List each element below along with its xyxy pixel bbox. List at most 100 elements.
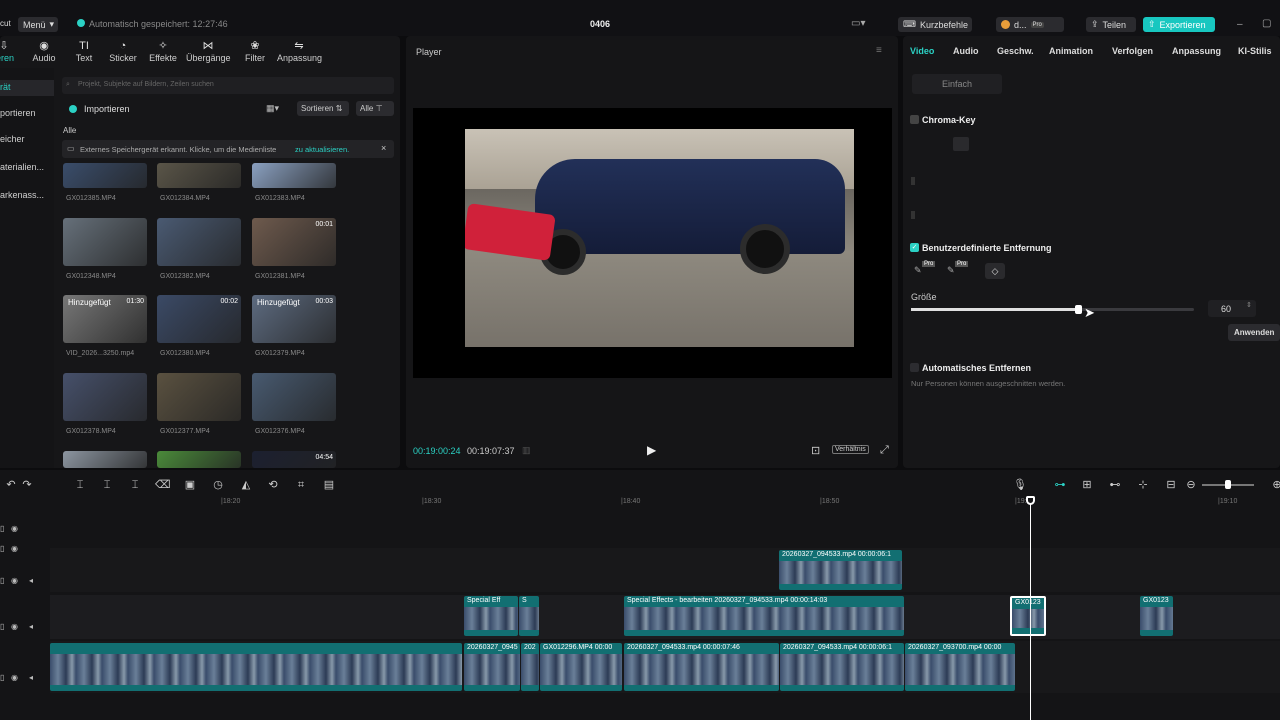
tool-audio[interactable]: ◉ Audio: [22, 40, 66, 63]
timeline-clip[interactable]: GX0123: [1010, 596, 1046, 636]
rotate-icon[interactable]: ⟲: [266, 478, 280, 492]
sort-button[interactable]: Sortieren ⇅: [297, 101, 349, 116]
tab-audio[interactable]: Audio: [953, 46, 979, 56]
media-thumbnail[interactable]: 04:54: [252, 451, 336, 468]
media-thumbnail[interactable]: [63, 163, 147, 188]
split-icon[interactable]: ⌶: [73, 478, 87, 492]
volume-icon[interactable]: ◂: [29, 673, 33, 682]
custom-remove-checkbox[interactable]: ✓: [910, 243, 919, 252]
fit-icon[interactable]: ⊡: [811, 444, 820, 457]
timeline-clip[interactable]: Special Effects - bearbeiten 20260327_09…: [624, 596, 904, 636]
tool-adjust[interactable]: ⇋ Anpassung: [277, 40, 322, 63]
import-button[interactable]: Importieren: [84, 104, 130, 114]
eye-icon[interactable]: ◉: [11, 622, 18, 631]
align-icon[interactable]: ⊹: [1136, 478, 1150, 492]
layout-icon[interactable]: ▭▾: [851, 18, 865, 29]
apply-button[interactable]: Anwenden: [1228, 324, 1280, 341]
subtab-simple[interactable]: Einfach: [912, 74, 1002, 94]
search-bar[interactable]: ⌕ Projekt, Subjekte auf Bildern, Zeilen …: [62, 77, 394, 94]
playhead-handle[interactable]: [1026, 496, 1035, 505]
volume-icon[interactable]: ◂: [29, 576, 33, 585]
player-menu-icon[interactable]: ≡: [876, 45, 882, 56]
media-thumbnail[interactable]: [157, 451, 241, 468]
lock-icon[interactable]: ▯: [0, 622, 4, 631]
brush-icon[interactable]: ✎: [914, 265, 922, 276]
lock-icon[interactable]: ▯: [0, 524, 4, 533]
export-button[interactable]: ⇧ Exportieren: [1143, 17, 1215, 32]
eye-icon[interactable]: ◉: [11, 544, 18, 553]
freeze-icon[interactable]: ▣: [183, 478, 197, 492]
media-thumbnail[interactable]: [63, 451, 147, 468]
sidebar-item[interactable]: portieren: [0, 108, 52, 118]
split-right-icon[interactable]: ⌶: [128, 478, 142, 492]
chroma-checkbox[interactable]: [910, 115, 919, 124]
tab-animation[interactable]: Animation: [1049, 46, 1093, 56]
zoom-slider-knob[interactable]: [1225, 480, 1231, 489]
media-thumbnail[interactable]: [157, 373, 241, 421]
tab-geschw[interactable]: Geschw.: [997, 46, 1034, 56]
crop-icon[interactable]: ⌗: [294, 478, 308, 492]
stepper-icon[interactable]: ⇕: [1246, 301, 1252, 309]
filter-all-button[interactable]: Alle ⊤: [356, 101, 394, 116]
timeline-clip[interactable]: 20260327_0945: [464, 643, 520, 691]
tab-anpassung[interactable]: Anpassung: [1172, 46, 1221, 56]
timeline-clip[interactable]: 20260327_094533.mp4 00:00:06:1: [780, 643, 904, 691]
timeline-clip[interactable]: Special Eff: [464, 596, 518, 636]
tool-filter[interactable]: ❀ Filter: [233, 40, 277, 63]
media-thumbnail[interactable]: 01:30 Hinzugefügt: [63, 295, 147, 343]
timeline-clip[interactable]: [50, 643, 462, 691]
media-thumbnail[interactable]: [63, 373, 147, 421]
play-icon[interactable]: ▶: [647, 443, 656, 457]
tool-effects[interactable]: ✧ Effekte: [141, 40, 185, 63]
split-left-icon[interactable]: ⌶: [100, 478, 114, 492]
sidebar-item[interactable]: aterialien...: [0, 162, 52, 172]
auto-reframe-icon[interactable]: ▤: [322, 478, 336, 492]
timeline-clip[interactable]: GX012296.MP4 00:00: [540, 643, 622, 691]
tab-video[interactable]: Video: [910, 46, 934, 56]
tool-sticker[interactable]: ◔ Sticker: [101, 40, 145, 63]
minimize-icon[interactable]: –: [1237, 19, 1243, 30]
timeline-clip[interactable]: GX0123: [1140, 596, 1173, 636]
mirror-icon[interactable]: ◭: [239, 478, 253, 492]
timeline-clip[interactable]: 20260327_094533.mp4 00:00:06:1: [779, 550, 902, 590]
shortcuts-button[interactable]: ⌨ Kurzbefehle: [898, 17, 972, 32]
playhead[interactable]: [1030, 496, 1031, 720]
zoom-in-icon[interactable]: ⊕: [1270, 478, 1280, 492]
media-thumbnail[interactable]: 00:02: [157, 295, 241, 343]
tab-kistilis[interactable]: KI-Stilis: [1238, 46, 1272, 56]
menu-button[interactable]: Menü ▾: [18, 17, 58, 32]
color-picker-icon[interactable]: [953, 137, 969, 151]
eraser-icon[interactable]: ◇: [985, 263, 1005, 279]
size-value-field[interactable]: 60 ⇕: [1208, 300, 1256, 317]
timeline-clip[interactable]: 20260327_094533.mp4 00:00:07:46: [624, 643, 779, 691]
user-button[interactable]: d... Pro: [996, 17, 1064, 32]
sidebar-item[interactable]: rät: [0, 82, 52, 92]
link-icon[interactable]: ⊶: [1053, 478, 1067, 492]
eye-icon[interactable]: ◉: [11, 673, 18, 682]
mic-icon[interactable]: 🎙: [1013, 478, 1027, 492]
fullscreen-icon[interactable]: ⤢: [880, 444, 889, 457]
tab-verfolgen[interactable]: Verfolgen: [1112, 46, 1153, 56]
media-thumbnail[interactable]: [63, 218, 147, 266]
media-thumbnail[interactable]: 00:03 Hinzugefügt: [252, 295, 336, 343]
lock-icon[interactable]: ▯: [0, 544, 4, 553]
media-thumbnail[interactable]: 00:01: [252, 218, 336, 266]
timeline-clip[interactable]: 202: [521, 643, 539, 691]
media-thumbnail[interactable]: [157, 163, 241, 188]
reverse-icon[interactable]: ◷: [211, 478, 225, 492]
volume-icon[interactable]: ◂: [29, 622, 33, 631]
tool-text[interactable]: TI Text: [62, 40, 106, 63]
timeline-clip[interactable]: S: [519, 596, 539, 636]
sidebar-item[interactable]: arkenass...: [0, 190, 52, 200]
auto-remove-checkbox[interactable]: [910, 363, 919, 372]
size-slider[interactable]: [911, 305, 1194, 314]
eye-icon[interactable]: ◉: [11, 576, 18, 585]
sidebar-item[interactable]: eicher: [0, 134, 52, 144]
media-thumbnail[interactable]: [252, 373, 336, 421]
undo-icon[interactable]: ↶: [4, 478, 18, 492]
lock-icon[interactable]: ▯: [0, 673, 4, 682]
redo-icon[interactable]: ↷: [20, 478, 34, 492]
brush-icon[interactable]: ✎: [947, 265, 955, 276]
media-thumbnail[interactable]: [252, 163, 336, 188]
eye-icon[interactable]: ◉: [11, 524, 18, 533]
